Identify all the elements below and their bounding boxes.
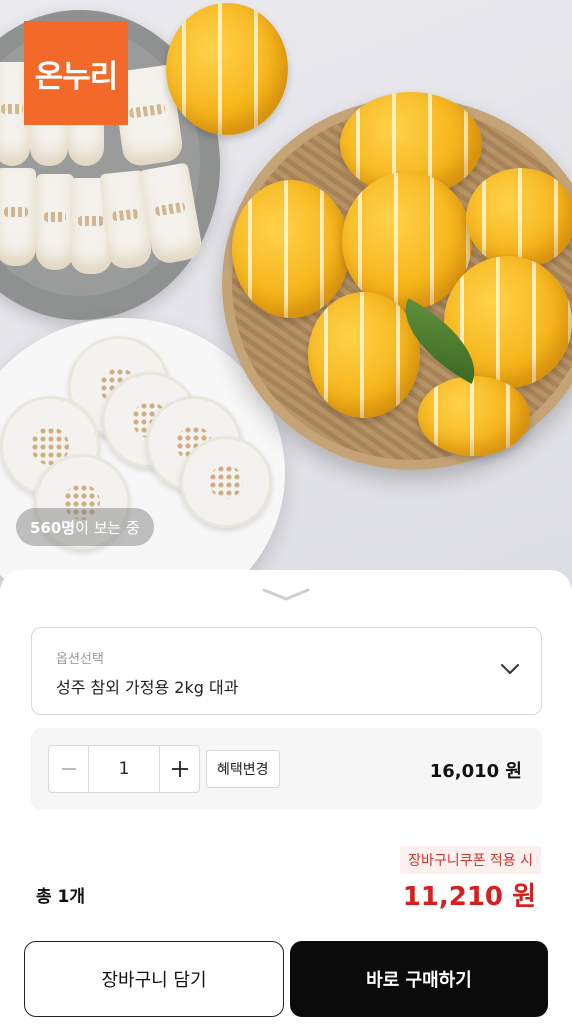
melon — [232, 180, 350, 318]
change-benefit-button[interactable]: 혜택변경 — [206, 750, 280, 788]
melon — [418, 376, 530, 456]
purchase-sheet: 옵션선택 성주 참외 가정용 2kg 대과 1 혜택변경 16,010 원 장바… — [0, 570, 572, 1024]
viewers-count: 560명 — [30, 518, 76, 537]
melon — [166, 3, 288, 135]
total-count: 총 1개 — [36, 887, 86, 907]
buy-now-button[interactable]: 바로 구매하기 — [290, 941, 548, 1017]
option-select[interactable]: 옵션선택 성주 참외 가정용 2kg 대과 — [31, 627, 542, 715]
product-image: 온누리 560명 이 보는 중 — [0, 0, 572, 590]
option-selected-value: 성주 참외 가정용 2kg 대과 — [56, 678, 239, 697]
melon — [308, 292, 420, 418]
melon-wedge — [0, 168, 36, 266]
brand-logo: 온누리 — [24, 21, 128, 125]
quantity-panel: 1 혜택변경 16,010 원 — [31, 728, 542, 810]
plus-icon — [171, 761, 188, 777]
minus-icon — [61, 768, 76, 770]
coupon-badge: 장바구니쿠폰 적용 시 — [400, 846, 541, 874]
melon — [466, 168, 572, 268]
sheet-collapse-icon[interactable] — [262, 586, 310, 602]
chevron-down-icon[interactable] — [499, 662, 521, 676]
total-price: 11,210 원 — [402, 882, 536, 912]
quantity-stepper[interactable]: 1 — [48, 745, 200, 793]
unit-price: 16,010 원 — [429, 761, 522, 782]
melon-wedge — [36, 174, 74, 270]
add-to-cart-button[interactable]: 장바구니 담기 — [24, 941, 284, 1017]
viewers-suffix: 이 보는 중 — [75, 518, 140, 537]
option-caption: 옵션선택 — [56, 652, 104, 667]
viewers-badge: 560명 이 보는 중 — [16, 508, 154, 546]
minus-button[interactable] — [49, 746, 89, 792]
quantity-value[interactable]: 1 — [89, 746, 159, 792]
melon-slice — [180, 436, 272, 528]
plus-button[interactable] — [159, 746, 199, 792]
